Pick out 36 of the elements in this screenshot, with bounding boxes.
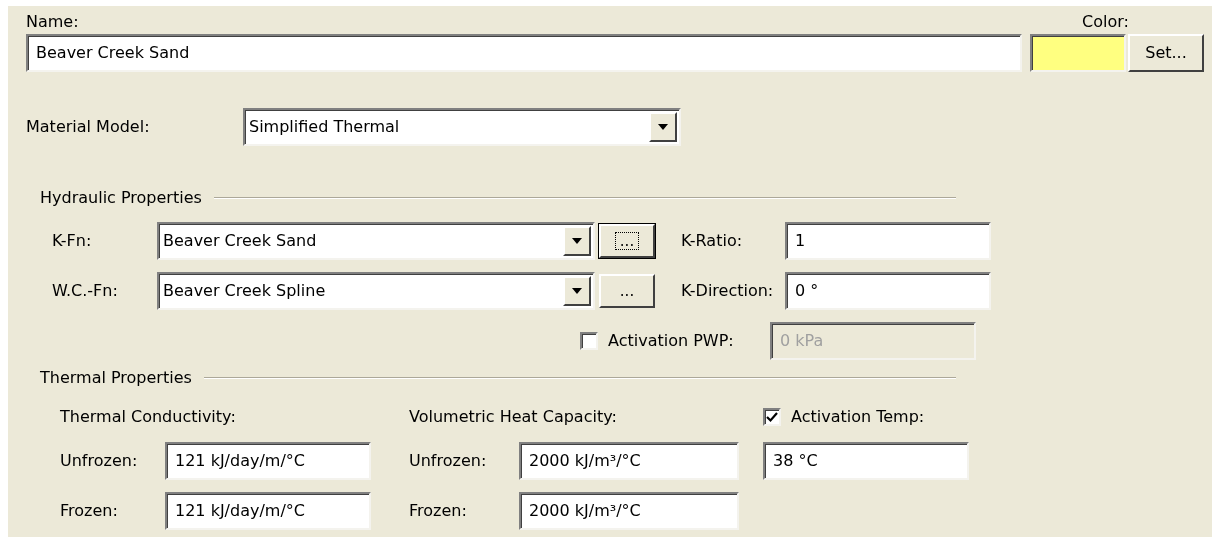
dropdown-value: Beaver Creek Sand — [163, 230, 317, 252]
field-label: Name: — [26, 11, 80, 33]
name-field[interactable]: Beaver Creek Sand — [26, 34, 1022, 72]
column-heading: Volumetric Heat Capacity: — [409, 406, 618, 428]
temperature-field[interactable]: 38 °C — [763, 442, 969, 480]
field-label: W.C.-Fn: — [52, 280, 119, 302]
dropdown-value: Beaver Creek Spline — [163, 280, 326, 302]
set-button[interactable]: Set... — [1128, 34, 1204, 72]
field-label: Frozen: — [60, 500, 119, 522]
field-label: Unfrozen: — [409, 450, 488, 472]
value-field[interactable]: 121 kJ/day/m/°C — [165, 492, 371, 530]
value-field[interactable]: 1 — [785, 222, 991, 260]
column-heading: Thermal Conductivity: — [60, 406, 237, 428]
field-label: Material Model: — [26, 116, 151, 138]
field-label: K-Ratio: — [681, 230, 744, 252]
field-label: Color: — [1081, 11, 1130, 33]
dropdown[interactable]: Beaver Creek Spline — [157, 272, 595, 310]
field-label: K-Fn: — [52, 230, 93, 252]
value-field[interactable]: 121 kJ/day/m/°C — [165, 442, 371, 480]
field-label: Unfrozen: — [60, 450, 139, 472]
dropdown-value: Simplified Thermal — [249, 116, 400, 138]
checkbox[interactable] — [763, 408, 781, 426]
value-field[interactable]: 0 ° — [785, 272, 991, 310]
dropdown[interactable]: Simplified Thermal — [243, 108, 681, 146]
color-swatch[interactable] — [1030, 34, 1126, 72]
field-label: K-Direction: — [681, 280, 775, 302]
field-label: Frozen: — [409, 500, 468, 522]
section-title: Hydraulic Properties — [40, 187, 202, 209]
checkbox-label: Activation Temp: — [791, 406, 925, 428]
value-field[interactable]: 2000 kJ/m³/°C — [519, 442, 739, 480]
value-field[interactable]: 2000 kJ/m³/°C — [519, 492, 739, 530]
section-title: Thermal Properties — [40, 367, 192, 389]
browse-button[interactable]: ... — [599, 224, 655, 258]
checkbox-label: Activation PWP: — [608, 330, 735, 352]
browse-button[interactable]: ... — [599, 274, 655, 308]
dropdown[interactable]: Beaver Creek Sand — [157, 222, 595, 260]
